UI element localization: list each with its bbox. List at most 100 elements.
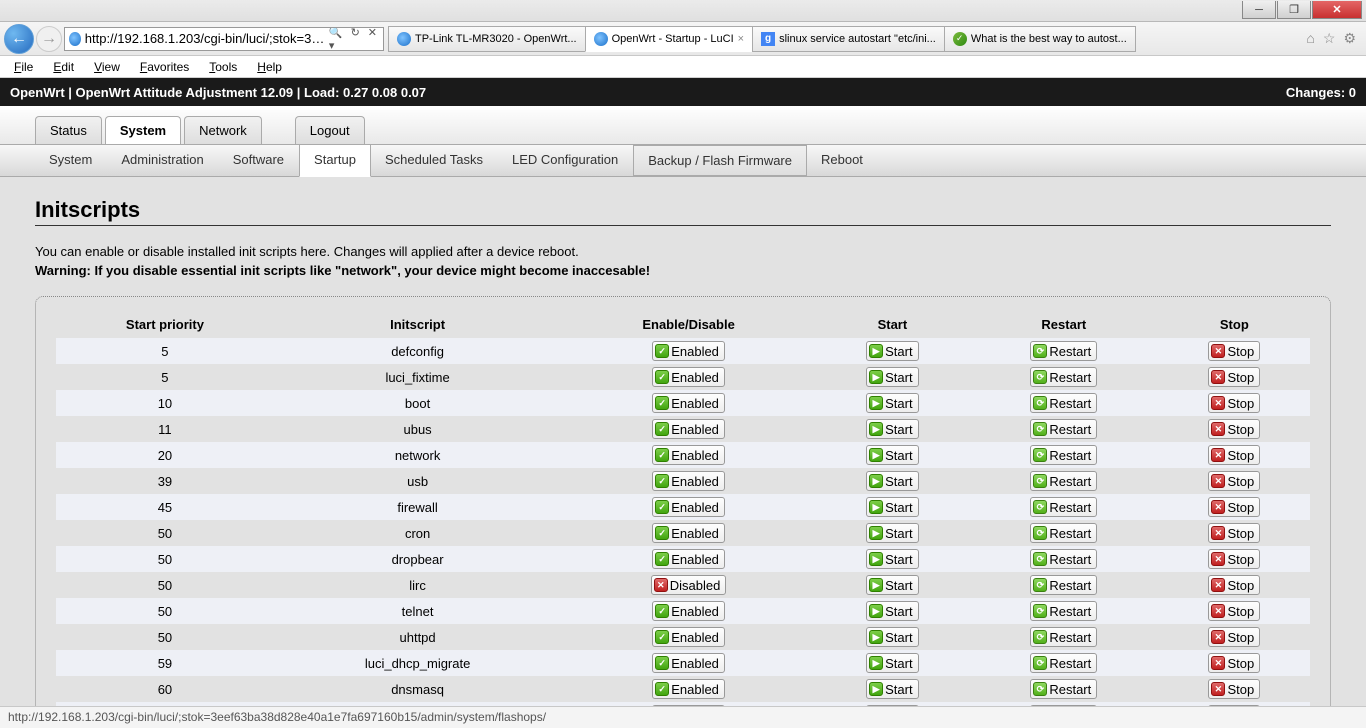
- start-button[interactable]: ▶Start: [866, 419, 918, 439]
- start-button[interactable]: ▶Start: [866, 471, 918, 491]
- subnav-tab-system[interactable]: System: [35, 145, 107, 176]
- window-close-button[interactable]: ✕: [1312, 1, 1362, 19]
- favorites-icon[interactable]: ☆: [1323, 30, 1336, 47]
- window-minimize-button[interactable]: ─: [1242, 1, 1276, 19]
- initscript-cell: dnsmasq: [274, 676, 561, 702]
- address-bar[interactable]: http://192.168.1.203/cgi-bin/luci/;stok=…: [64, 27, 384, 51]
- start-button[interactable]: ▶Start: [866, 679, 918, 699]
- restart-button-icon: ⟳: [1033, 552, 1047, 566]
- enable-toggle-button[interactable]: ✓Enabled: [652, 653, 725, 673]
- restart-button[interactable]: ⟳Restart: [1030, 653, 1097, 673]
- restart-button[interactable]: ⟳Restart: [1030, 601, 1097, 621]
- enable-toggle-button[interactable]: ✓Enabled: [652, 471, 725, 491]
- restart-button[interactable]: ⟳Restart: [1030, 471, 1097, 491]
- start-button[interactable]: ▶Start: [866, 523, 918, 543]
- enable-toggle-button[interactable]: ✓Enabled: [652, 627, 725, 647]
- stop-button[interactable]: ✕Stop: [1208, 575, 1260, 595]
- enable-toggle-button[interactable]: ✓Enabled: [652, 419, 725, 439]
- enable-toggle-button[interactable]: ✓Enabled: [652, 523, 725, 543]
- start-button[interactable]: ▶Start: [866, 627, 918, 647]
- menu-view[interactable]: View: [84, 58, 130, 76]
- search-icon[interactable]: 🔍 ▾: [327, 27, 345, 51]
- start-button[interactable]: ▶Start: [866, 341, 918, 361]
- nav-tab-logout[interactable]: Logout: [295, 116, 365, 144]
- subnav-tab-reboot[interactable]: Reboot: [807, 145, 878, 176]
- enable-toggle-button[interactable]: ✓Enabled: [652, 367, 725, 387]
- subnav-tab-scheduled-tasks[interactable]: Scheduled Tasks: [371, 145, 498, 176]
- start-button[interactable]: ▶Start: [866, 575, 918, 595]
- subnav-tab-led-configuration[interactable]: LED Configuration: [498, 145, 633, 176]
- start-button[interactable]: ▶Start: [866, 601, 918, 621]
- enable-toggle-button-icon: ✓: [655, 656, 669, 670]
- subnav-tab-startup[interactable]: Startup: [299, 145, 371, 177]
- restart-button[interactable]: ⟳Restart: [1030, 549, 1097, 569]
- stop-button[interactable]: ✕Stop: [1208, 653, 1260, 673]
- nav-tab-system[interactable]: System: [105, 116, 181, 144]
- restart-button[interactable]: ⟳Restart: [1030, 679, 1097, 699]
- back-button[interactable]: ←: [4, 24, 34, 54]
- stop-button[interactable]: ✕Stop: [1208, 393, 1260, 413]
- stop-button[interactable]: ✕Stop: [1208, 445, 1260, 465]
- restart-button[interactable]: ⟳Restart: [1030, 497, 1097, 517]
- tools-icon[interactable]: ⚙: [1343, 30, 1356, 47]
- enable-toggle-button[interactable]: ✓Enabled: [652, 601, 725, 621]
- restart-button[interactable]: ⟳Restart: [1030, 393, 1097, 413]
- stop-button[interactable]: ✕Stop: [1208, 367, 1260, 387]
- window-maximize-button[interactable]: ❐: [1277, 1, 1311, 19]
- enable-toggle-button[interactable]: ✓Enabled: [652, 393, 725, 413]
- restart-button[interactable]: ⟳Restart: [1030, 341, 1097, 361]
- subnav-tab-backup-flash-firmware[interactable]: Backup / Flash Firmware: [633, 145, 807, 176]
- nav-tab-network[interactable]: Network: [184, 116, 262, 144]
- start-button[interactable]: ▶Start: [866, 497, 918, 517]
- stop-button[interactable]: ✕Stop: [1208, 679, 1260, 699]
- initscript-cell: usb: [274, 468, 561, 494]
- enable-toggle-button[interactable]: ✓Enabled: [652, 549, 725, 569]
- enable-toggle-button[interactable]: ✓Enabled: [652, 445, 725, 465]
- stop-button[interactable]: ✕Stop: [1208, 523, 1260, 543]
- restart-button[interactable]: ⟳Restart: [1030, 419, 1097, 439]
- stop-button[interactable]: ✕Stop: [1208, 601, 1260, 621]
- priority-cell: 45: [56, 494, 274, 520]
- stop-icon[interactable]: ✕: [366, 27, 379, 51]
- browser-tab[interactable]: What is the best way to autost...: [944, 26, 1136, 52]
- menu-help[interactable]: Help: [247, 58, 292, 76]
- start-button[interactable]: ▶Start: [866, 445, 918, 465]
- forward-button[interactable]: →: [36, 26, 62, 52]
- changes-indicator[interactable]: Changes: 0: [1286, 85, 1356, 100]
- browser-tab[interactable]: TP-Link TL-MR3020 - OpenWrt...: [388, 26, 586, 52]
- stop-button[interactable]: ✕Stop: [1208, 549, 1260, 569]
- enable-toggle-button[interactable]: ✓Enabled: [652, 679, 725, 699]
- subnav-tab-software[interactable]: Software: [219, 145, 299, 176]
- close-tab-icon[interactable]: ×: [738, 33, 744, 45]
- home-icon[interactable]: ⌂: [1306, 30, 1314, 47]
- restart-button-icon: ⟳: [1033, 448, 1047, 462]
- menu-favorites[interactable]: Favorites: [130, 58, 199, 76]
- nav-tab-status[interactable]: Status: [35, 116, 102, 144]
- enable-toggle-button[interactable]: ✓Enabled: [652, 341, 725, 361]
- enable-toggle-button[interactable]: ✕Disabled: [651, 575, 727, 595]
- restart-button[interactable]: ⟳Restart: [1030, 627, 1097, 647]
- initscript-cell: telnet: [274, 598, 561, 624]
- tab-label: OpenWrt - Startup - LuCI: [612, 33, 734, 45]
- restart-button[interactable]: ⟳Restart: [1030, 367, 1097, 387]
- stop-button[interactable]: ✕Stop: [1208, 497, 1260, 517]
- menu-file[interactable]: File: [4, 58, 43, 76]
- stop-button[interactable]: ✕Stop: [1208, 341, 1260, 361]
- menu-tools[interactable]: Tools: [199, 58, 247, 76]
- enable-toggle-button[interactable]: ✓Enabled: [652, 497, 725, 517]
- restart-button[interactable]: ⟳Restart: [1030, 523, 1097, 543]
- start-button[interactable]: ▶Start: [866, 653, 918, 673]
- stop-button[interactable]: ✕Stop: [1208, 419, 1260, 439]
- start-button[interactable]: ▶Start: [866, 549, 918, 569]
- browser-tab[interactable]: gslinux service autostart "etc/ini...: [752, 26, 945, 52]
- browser-tab[interactable]: OpenWrt - Startup - LuCI ×: [585, 26, 754, 52]
- refresh-icon[interactable]: ↻: [349, 27, 362, 51]
- restart-button[interactable]: ⟳Restart: [1030, 445, 1097, 465]
- subnav-tab-administration[interactable]: Administration: [107, 145, 218, 176]
- restart-button[interactable]: ⟳Restart: [1030, 575, 1097, 595]
- stop-button[interactable]: ✕Stop: [1208, 471, 1260, 491]
- start-button[interactable]: ▶Start: [866, 367, 918, 387]
- menu-edit[interactable]: Edit: [43, 58, 84, 76]
- stop-button[interactable]: ✕Stop: [1208, 627, 1260, 647]
- start-button[interactable]: ▶Start: [866, 393, 918, 413]
